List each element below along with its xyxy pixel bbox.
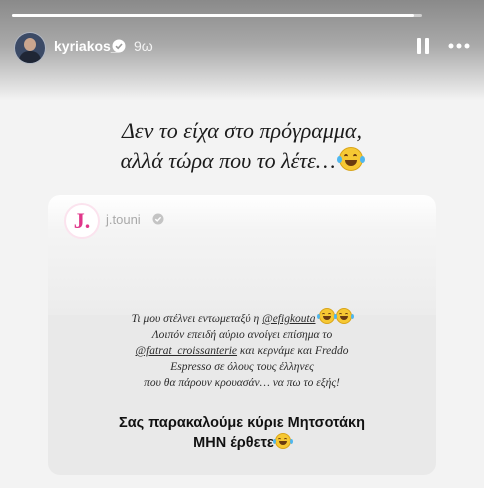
shared-post-bold-text: Σας παρακαλούμε κύριε Μητσοτάκη ΜΗΝ έρθε… (68, 413, 416, 453)
shared-post-card[interactable]: J. j.touni Τι μου στέλνει εντωμεταξύ η @… (48, 195, 436, 475)
bold-line-1: Σας παρακαλούμε κύριε Μητσοτάκη (119, 415, 365, 431)
story-time-ago: 9ω (134, 38, 153, 54)
laughing-emoji-icon (272, 433, 293, 449)
caption-line-2: αλλά τώρα που το λέτε… (120, 148, 336, 173)
mention-efigkouta[interactable]: @efigkouta (262, 313, 315, 325)
verified-badge-icon (112, 39, 126, 53)
mention-fatrat-croissanterie[interactable]: @fatrat_croissanterie (136, 345, 238, 357)
story-username[interactable]: kyriakos_ (54, 38, 119, 54)
shared-post-username[interactable]: j.touni (106, 212, 141, 227)
post-line-2: Λοιπόν επειδή αύριο ανοίγει επίσημα το (151, 329, 333, 341)
shared-post-text: Τι μου στέλνει εντωμεταξύ η @efigkouta Λ… (68, 308, 416, 391)
story-progress-fill (12, 14, 414, 17)
post-line-5: που θα πάρουν κρουασάν… να πω το εξής! (144, 377, 340, 389)
bold-line-2-wrap: ΜΗΝ έρθετε (68, 433, 416, 453)
profile-avatar[interactable] (14, 32, 46, 64)
avatar-head (24, 38, 36, 51)
post-line-3: @fatrat_croissanterie και κερνάμε και Fr… (68, 343, 416, 359)
caption-line-2-wrap: αλλά τώρα που το λέτε… (40, 146, 444, 176)
story-progress-bar (12, 14, 422, 17)
story-caption: Δεν το είχα στο πρόγραμμα, αλλά τώρα που… (40, 116, 444, 176)
laughing-emoji-icon (317, 308, 338, 324)
caption-line-1: Δεν το είχα στο πρόγραμμα, (122, 118, 362, 143)
bold-line-2: ΜΗΝ έρθετε (193, 435, 274, 451)
post-line-3-text: και κερνάμε και Freddo (237, 345, 349, 357)
shared-post-logo: J. (73, 208, 91, 233)
verified-badge-icon (152, 213, 164, 225)
laughing-emoji-icon (337, 147, 366, 171)
laughing-emoji-icon (334, 308, 355, 324)
post-line-1-text: Τι μου στέλνει εντωμεταξύ η (131, 313, 263, 325)
post-line-1: Τι μου στέλνει εντωμεταξύ η @efigkouta (68, 308, 416, 327)
post-line-4: Espresso σε όλους τους έλληνες (170, 361, 314, 373)
pause-icon[interactable] (416, 37, 430, 55)
shared-post-avatar[interactable]: J. (64, 203, 100, 239)
more-icon[interactable] (448, 42, 470, 50)
avatar-body (19, 51, 41, 63)
